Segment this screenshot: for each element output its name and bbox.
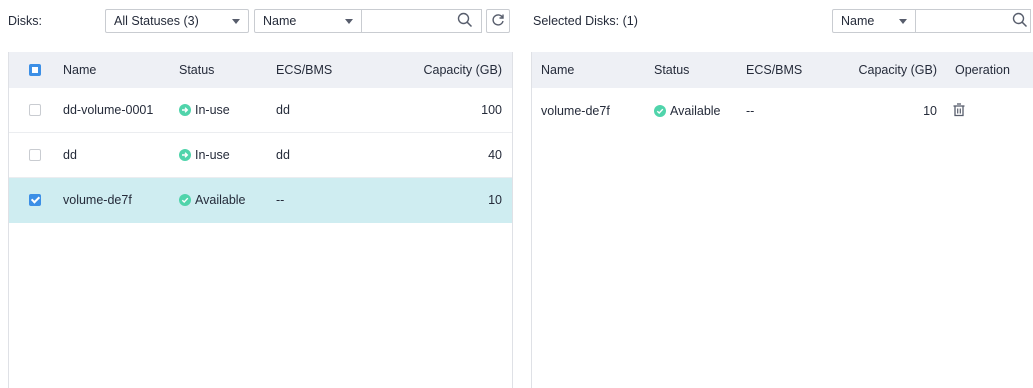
- selected-disks-table: Name Status ECS/BMS Capacity (GB) Operat…: [531, 52, 1033, 388]
- ecs-cell: dd: [276, 148, 290, 162]
- status-text: Available: [195, 193, 246, 207]
- capacity-cell: 100: [481, 103, 502, 117]
- row-checkbox[interactable]: [29, 194, 41, 206]
- status-filter-select[interactable]: All Statuses (3): [105, 9, 249, 33]
- col-capacity-header: Capacity (GB): [423, 63, 503, 77]
- row-checkbox[interactable]: [29, 104, 41, 116]
- disks-label: Disks:: [8, 14, 43, 28]
- refresh-button[interactable]: [486, 9, 510, 33]
- disk-name: dd: [63, 148, 77, 162]
- table-row: volume-de7f Available -- 10: [532, 88, 1033, 133]
- col-status-header: Status: [179, 63, 215, 77]
- table-header: Name Status ECS/BMS Capacity (GB): [9, 52, 512, 88]
- capacity-cell: 40: [488, 148, 502, 162]
- trash-icon[interactable]: [952, 103, 966, 120]
- row-checkbox[interactable]: [29, 149, 41, 161]
- table-header: Name Status ECS/BMS Capacity (GB) Operat…: [532, 52, 1033, 88]
- chevron-down-icon: [232, 18, 240, 24]
- arrow-right-circle-icon: [179, 149, 191, 161]
- table-row[interactable]: volume-de7f Available -- 10: [9, 178, 512, 223]
- refresh-icon: [491, 13, 505, 30]
- right-field-value: Name: [841, 14, 875, 28]
- disk-name: volume-de7f: [63, 193, 132, 207]
- table-row[interactable]: dd-volume-0001 In-use dd 100: [9, 88, 512, 133]
- col-status-header: Status: [654, 63, 690, 77]
- disks-table: Name Status ECS/BMS Capacity (GB) dd-vol…: [8, 52, 513, 388]
- selected-disks-label: Selected Disks: (1): [533, 14, 638, 28]
- arrow-right-circle-icon: [179, 104, 191, 116]
- search-icon[interactable]: [1012, 12, 1030, 30]
- select-all-checkbox[interactable]: [29, 64, 41, 76]
- status-filter-value: All Statuses (3): [114, 14, 199, 28]
- status-text: In-use: [195, 103, 230, 117]
- check-circle-icon: [654, 104, 666, 117]
- status-text: Available: [670, 103, 721, 118]
- status-cell: In-use: [179, 148, 230, 162]
- capacity-cell: 10: [923, 103, 937, 118]
- col-operation-header: Operation: [955, 63, 1010, 77]
- check-circle-icon: [179, 194, 191, 206]
- right-field-select[interactable]: Name: [832, 9, 916, 33]
- ecs-cell: --: [276, 193, 285, 207]
- col-ecs-header: ECS/BMS: [276, 63, 333, 77]
- chevron-down-icon: [899, 18, 907, 24]
- left-field-value: Name: [263, 14, 297, 28]
- chevron-down-icon: [345, 18, 353, 24]
- col-name-header: Name: [63, 63, 97, 77]
- status-cell: Available: [179, 193, 246, 207]
- disk-name: dd-volume-0001: [63, 103, 154, 117]
- col-ecs-header: ECS/BMS: [746, 63, 803, 77]
- col-name-header: Name: [541, 63, 575, 77]
- left-field-select[interactable]: Name: [254, 9, 362, 33]
- table-row[interactable]: dd In-use dd 40: [9, 133, 512, 178]
- search-icon[interactable]: [457, 12, 475, 30]
- disk-name: volume-de7f: [541, 103, 610, 118]
- col-capacity-header: Capacity (GB): [858, 63, 938, 77]
- capacity-cell: 10: [488, 193, 502, 207]
- status-cell: In-use: [179, 103, 230, 117]
- ecs-cell: --: [746, 103, 755, 118]
- status-text: In-use: [195, 148, 230, 162]
- status-cell: Available: [654, 104, 721, 118]
- ecs-cell: dd: [276, 103, 290, 117]
